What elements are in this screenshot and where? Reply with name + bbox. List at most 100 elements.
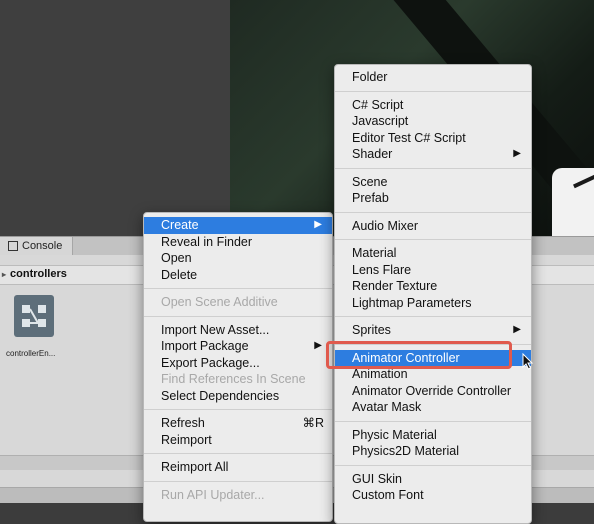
menu-separator [335, 316, 531, 317]
menu-item-label: Physic Material [352, 427, 437, 442]
console-icon [8, 241, 18, 251]
menu-separator [144, 453, 332, 454]
menu-item-prefab[interactable]: Prefab [335, 190, 531, 207]
menu-separator [335, 464, 531, 466]
menu-item-label: Import New Asset... [161, 322, 270, 337]
breadcrumb[interactable]: ▸ controllers [2, 268, 67, 280]
menu-item-label: Delete [161, 267, 198, 282]
submenu-arrow-icon: ▶ [314, 219, 322, 230]
menu-item-delete[interactable]: Delete [144, 267, 332, 284]
menu-item-label: Refresh [161, 416, 205, 430]
menu-item-label: Reimport All [161, 460, 229, 474]
menu-item-render-texture[interactable]: Render Texture [335, 278, 531, 295]
breadcrumb-arrow-icon: ▸ [2, 269, 7, 279]
breadcrumb-folder[interactable]: controllers [10, 268, 67, 280]
menu-item-c-script[interactable]: C# Script [335, 97, 531, 114]
menu-item-avatar-mask[interactable]: Avatar Mask [335, 399, 531, 416]
menu-item-import-new-asset[interactable]: Import New Asset... [144, 322, 332, 339]
menu-item-label: Create [161, 218, 199, 232]
menu-item-audio-mixer[interactable]: Audio Mixer [335, 218, 531, 235]
menu-item-scene[interactable]: Scene [335, 174, 531, 191]
tab-console-label: Console [22, 240, 63, 252]
menu-separator [144, 409, 332, 410]
menu-item-label: Scene [352, 174, 388, 189]
menu-item-label: Audio Mixer [352, 218, 418, 233]
tab-console[interactable]: Console [0, 237, 74, 255]
menu-separator [335, 343, 531, 345]
menu-item-label: Custom Font [352, 488, 424, 502]
menu-item-reimport-all[interactable]: Reimport All [144, 459, 332, 476]
menu-item-lens-flare[interactable]: Lens Flare [335, 262, 531, 279]
menu-item-animator-controller[interactable]: Animator Controller [335, 349, 531, 366]
menu-item-label: Open [161, 251, 192, 265]
menu-item-create[interactable]: Create ▶ [144, 217, 332, 234]
menu-item-shader[interactable]: Shader ▶ [335, 146, 531, 163]
menu-separator [335, 211, 531, 213]
menu-item-open-scene-additive: Open Scene Additive [144, 294, 332, 311]
menu-item-custom-font[interactable]: Custom Font [335, 487, 531, 504]
menu-item-export-package[interactable]: Export Package... [144, 355, 332, 372]
menu-item-editor-test-c-script[interactable]: Editor Test C# Script [335, 130, 531, 147]
menu-item-run-api-updater: Run API Updater... [144, 487, 332, 504]
menu-item-select-dependencies[interactable]: Select Dependencies [144, 388, 332, 405]
scene-gizmo[interactable] [552, 168, 594, 236]
menu-item-find-references-in-scene: Find References In Scene [144, 371, 332, 388]
animator-controller-icon [14, 295, 54, 337]
mouse-cursor-icon [522, 353, 534, 370]
menu-item-reimport[interactable]: Reimport [144, 432, 332, 449]
menu-item-label: Prefab [352, 191, 389, 205]
menu-item-shortcut: ⌘R [302, 416, 324, 430]
menu-separator [335, 420, 531, 422]
menu-separator [144, 288, 332, 289]
menu-item-label: Reveal in Finder [161, 234, 253, 249]
menu-item-label: Lens Flare [352, 262, 412, 277]
menu-item-label: Run API Updater... [161, 487, 265, 502]
menu-item-label: Render Texture [352, 279, 438, 293]
menu-separator [144, 480, 332, 482]
menu-item-folder[interactable]: Folder [335, 69, 531, 86]
menu-item-label: Lightmap Parameters [352, 295, 472, 310]
menu-item-label: Export Package... [161, 355, 260, 370]
menu-item-label: Avatar Mask [352, 400, 422, 414]
menu-separator [335, 239, 531, 240]
menu-item-javascript[interactable]: Javascript [335, 113, 531, 130]
menu-item-import-package[interactable]: Import Package ▶ [144, 338, 332, 355]
menu-item-reveal-in-finder[interactable]: Reveal in Finder [144, 234, 332, 251]
context-menu: Create ▶ Reveal in Finder Open Delete Open Sc… [143, 212, 333, 522]
menu-item-label: Animator Controller [352, 350, 460, 365]
menu-item-label: Sprites [352, 323, 391, 337]
menu-item-physics2d-material[interactable]: Physics2D Material [335, 443, 531, 460]
menu-item-label: Shader [352, 147, 393, 161]
menu-item-label: Folder [352, 70, 388, 84]
asset-label: controllerEn... [6, 349, 56, 358]
menu-item-label: Physics2D Material [352, 444, 459, 458]
menu-item-label: Animation [352, 367, 408, 381]
menu-separator [335, 167, 531, 169]
menu-item-sprites[interactable]: Sprites ▶ [335, 322, 531, 339]
menu-item-label: Find References In Scene [161, 372, 306, 386]
menu-item-material[interactable]: Material [335, 245, 531, 262]
menu-item-label: Editor Test C# Script [352, 130, 466, 145]
submenu-arrow-icon: ▶ [513, 324, 521, 335]
menu-item-label: Open Scene Additive [161, 295, 278, 309]
menu-separator [144, 315, 332, 317]
menu-separator [335, 90, 531, 92]
asset-item[interactable]: controllerEn... [6, 295, 66, 365]
menu-item-label: Select Dependencies [161, 388, 280, 403]
menu-item-label: Import Package [161, 339, 249, 353]
create-submenu: Folder C# Script Javascript Editor Test C# … [334, 64, 532, 524]
menu-item-refresh[interactable]: Refresh ⌘R [144, 415, 332, 432]
menu-item-lightmap-parameters[interactable]: Lightmap Parameters [335, 295, 531, 312]
menu-item-animator-override-controller[interactable]: Animator Override Controller [335, 383, 531, 400]
menu-item-label: Animator Override Controller [352, 383, 512, 398]
menu-item-open[interactable]: Open [144, 250, 332, 267]
menu-item-label: GUI Skin [352, 471, 403, 486]
menu-item-label: C# Script [352, 97, 404, 112]
menu-item-label: Material [352, 246, 397, 260]
menu-item-gui-skin[interactable]: GUI Skin [335, 471, 531, 488]
submenu-arrow-icon: ▶ [314, 340, 322, 351]
submenu-arrow-icon: ▶ [513, 148, 521, 159]
menu-item-physic-material[interactable]: Physic Material [335, 427, 531, 444]
menu-item-animation[interactable]: Animation [335, 366, 531, 383]
menu-item-label: Reimport [161, 432, 212, 447]
